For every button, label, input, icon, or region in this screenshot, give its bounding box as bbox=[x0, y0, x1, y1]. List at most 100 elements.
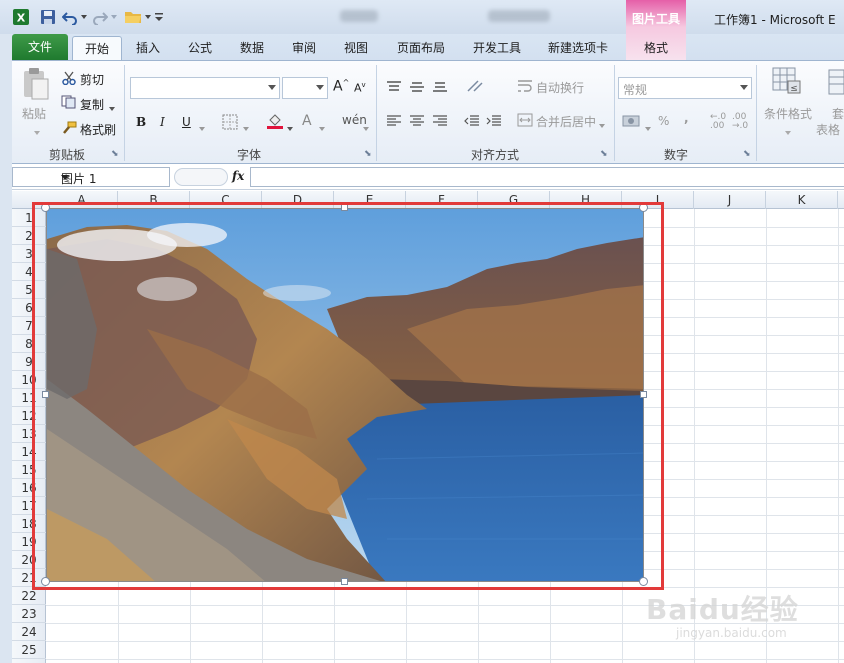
borders-dropdown-icon[interactable] bbox=[242, 121, 250, 135]
underline-dropdown-icon[interactable] bbox=[198, 121, 206, 135]
alignment-group-label: 对齐方式 bbox=[470, 148, 519, 162]
tab-developer[interactable]: 开发工具 bbox=[466, 36, 528, 60]
baidu-watermark: Baidu经验 jingyan.baidu.com bbox=[646, 588, 806, 648]
copy-label[interactable]: 复制 bbox=[80, 96, 104, 113]
row-header-25[interactable]: 25 bbox=[12, 641, 46, 659]
increase-decimal-icon[interactable]: ←.0.00 bbox=[710, 113, 726, 131]
number-format-value: 常规 bbox=[623, 83, 648, 97]
increase-indent-icon[interactable] bbox=[486, 115, 502, 130]
blurred-title-region bbox=[488, 10, 550, 22]
formula-bar: 图片 1 fx bbox=[0, 164, 844, 190]
tab-formulas[interactable]: 公式 bbox=[178, 36, 222, 60]
font-launcher-icon[interactable]: ⬊ bbox=[364, 149, 372, 159]
undo-icon[interactable] bbox=[62, 8, 78, 26]
align-top-icon[interactable] bbox=[386, 81, 402, 96]
tab-data[interactable]: 数据 bbox=[230, 36, 274, 60]
align-bottom-icon[interactable] bbox=[432, 81, 448, 96]
tab-insert[interactable]: 插入 bbox=[126, 36, 170, 60]
fill-color-icon[interactable] bbox=[266, 112, 284, 133]
undo-dropdown-icon[interactable] bbox=[80, 8, 88, 26]
open-dropdown-icon[interactable] bbox=[144, 8, 152, 26]
conditional-format-label[interactable]: 条件格式 bbox=[764, 105, 812, 122]
currency-icon[interactable] bbox=[622, 113, 642, 132]
save-icon[interactable] bbox=[40, 8, 56, 26]
open-folder-icon[interactable] bbox=[124, 8, 142, 26]
orientation-icon[interactable] bbox=[466, 79, 486, 96]
picture-tools-label: 图片工具 bbox=[631, 12, 680, 26]
tab-review[interactable]: 审阅 bbox=[282, 36, 326, 60]
format-as-table-icon[interactable] bbox=[828, 69, 844, 98]
wrap-text-icon[interactable] bbox=[517, 79, 533, 96]
decrease-decimal-icon[interactable]: .00 →.0 bbox=[732, 113, 748, 131]
paste-label[interactable]: 粘贴 bbox=[22, 105, 46, 122]
format-as-table-label-2[interactable]: 表格 bbox=[816, 121, 840, 138]
cut-label[interactable]: 剪切 bbox=[80, 71, 104, 88]
align-left-icon[interactable] bbox=[386, 115, 402, 130]
window-title: 工作簿1 - Microsoft E bbox=[714, 13, 836, 27]
format-as-table-label-1[interactable]: 套 bbox=[832, 105, 844, 122]
number-format-select[interactable]: 常规 bbox=[618, 77, 752, 99]
excel-window: X 工作簿1 - Microsoft E 图片工具 文件 开始 插入 公式 数据… bbox=[0, 0, 844, 663]
cut-icon[interactable] bbox=[62, 71, 76, 88]
bold-icon[interactable]: B bbox=[136, 115, 146, 129]
italic-icon[interactable]: I bbox=[160, 115, 165, 129]
currency-dropdown-icon[interactable] bbox=[644, 121, 652, 135]
merge-center-icon[interactable] bbox=[517, 113, 533, 130]
comma-style-icon[interactable]: , bbox=[684, 111, 689, 125]
row-header-24[interactable]: 24 bbox=[12, 623, 46, 641]
clipboard-group-label: 剪贴板 bbox=[48, 148, 85, 162]
alignment-launcher-icon[interactable]: ⬊ bbox=[600, 149, 608, 159]
grid-row-line bbox=[46, 659, 844, 660]
wrap-text-label[interactable]: 自动换行 bbox=[536, 79, 584, 96]
column-header-k[interactable]: K bbox=[766, 191, 838, 209]
decrease-indent-icon[interactable] bbox=[464, 115, 480, 130]
merge-dropdown-icon[interactable] bbox=[598, 118, 606, 132]
paste-icon[interactable] bbox=[22, 67, 50, 104]
grid-column-line bbox=[838, 209, 839, 663]
title-bar: X 工作簿1 - Microsoft E bbox=[0, 0, 844, 34]
tab-new[interactable]: 新建选项卡 bbox=[540, 36, 616, 60]
format-painter-label[interactable]: 格式刷 bbox=[80, 121, 116, 138]
percent-icon[interactable]: % bbox=[658, 114, 669, 128]
formula-bar-splitter[interactable] bbox=[174, 168, 228, 186]
font-color-dropdown-icon[interactable] bbox=[318, 121, 326, 135]
clipboard-launcher-icon[interactable]: ⬊ bbox=[111, 149, 119, 159]
column-header-j[interactable]: J bbox=[694, 191, 766, 209]
conditional-format-icon[interactable]: ≤ bbox=[772, 67, 802, 98]
tab-view[interactable]: 视图 bbox=[334, 36, 378, 60]
copy-dropdown-icon[interactable] bbox=[108, 101, 116, 115]
formula-input[interactable] bbox=[250, 167, 844, 187]
font-color-icon[interactable]: A bbox=[302, 113, 312, 129]
name-box[interactable]: 图片 1 bbox=[12, 167, 170, 187]
fill-color-dropdown-icon[interactable] bbox=[286, 121, 294, 135]
window-left-edge bbox=[0, 34, 12, 663]
number-launcher-icon[interactable]: ⬊ bbox=[743, 149, 751, 159]
shrink-font-icon[interactable]: Av bbox=[354, 81, 366, 95]
redo-icon[interactable] bbox=[92, 8, 108, 26]
copy-icon[interactable] bbox=[61, 95, 77, 112]
redo-dropdown-icon[interactable] bbox=[110, 8, 118, 26]
font-name-select[interactable] bbox=[130, 77, 280, 99]
borders-icon[interactable] bbox=[222, 114, 238, 133]
merge-center-label[interactable]: 合并后居中 bbox=[536, 113, 596, 130]
font-group-label: 字体 bbox=[236, 148, 261, 162]
align-right-icon[interactable] bbox=[432, 115, 448, 130]
paste-dropdown-icon[interactable] bbox=[33, 125, 41, 139]
tab-page-layout[interactable]: 页面布局 bbox=[390, 36, 452, 60]
row-header-23[interactable]: 23 bbox=[12, 605, 46, 623]
font-size-select[interactable] bbox=[282, 77, 328, 99]
ribbon: 粘贴 剪切 复制 格式刷 剪贴板 ⬊ A^ Av B I U A wén 字体 … bbox=[0, 60, 844, 164]
conditional-format-dropdown-icon[interactable] bbox=[784, 125, 792, 139]
tab-home[interactable]: 开始 bbox=[72, 36, 122, 60]
excel-logo-icon[interactable]: X bbox=[12, 8, 30, 26]
format-painter-icon[interactable] bbox=[61, 121, 77, 138]
grow-font-icon[interactable]: A^ bbox=[333, 78, 349, 95]
underline-icon[interactable]: U bbox=[182, 115, 191, 129]
tab-file[interactable]: 文件 bbox=[12, 34, 68, 60]
customize-qat-icon[interactable] bbox=[154, 8, 164, 26]
phonetic-dropdown-icon[interactable] bbox=[362, 121, 370, 135]
align-center-icon[interactable] bbox=[409, 115, 425, 130]
align-middle-icon[interactable] bbox=[409, 81, 425, 96]
insert-function-icon[interactable]: fx bbox=[232, 169, 244, 183]
tab-picture-format[interactable]: 格式 bbox=[626, 36, 686, 60]
